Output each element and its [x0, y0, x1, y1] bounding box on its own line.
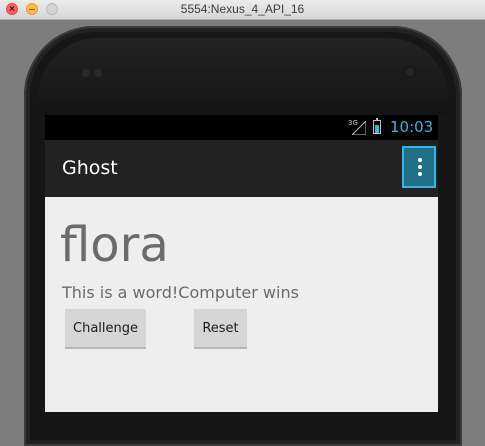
sensor-icon	[94, 69, 102, 77]
window-title: 5554:Nexus_4_API_16	[180, 2, 305, 16]
app-title: Ghost	[62, 157, 118, 179]
action-bar: Ghost	[45, 140, 438, 197]
device-screen: 3G 10:03 Ghost flora This is a word!Comp…	[45, 115, 438, 412]
overflow-menu-button[interactable]	[402, 146, 436, 188]
speaker-icon	[82, 69, 90, 77]
reset-button[interactable]: Reset	[194, 309, 247, 349]
challenge-button[interactable]: Challenge	[65, 309, 146, 349]
battery-icon	[373, 118, 381, 134]
phone-bezel-top	[38, 38, 448, 116]
signal-icon	[352, 121, 366, 135]
main-content: flora This is a word!Computer wins Chall…	[45, 197, 438, 412]
game-status: This is a word!Computer wins	[62, 283, 299, 302]
ghost-word: flora	[60, 217, 169, 273]
status-clock: 10:03	[390, 118, 434, 136]
more-vert-icon	[418, 158, 422, 162]
camera-icon	[404, 66, 416, 78]
window-titlebar: 5554:Nexus_4_API_16	[0, 0, 485, 20]
status-bar: 3G 10:03	[45, 115, 438, 140]
